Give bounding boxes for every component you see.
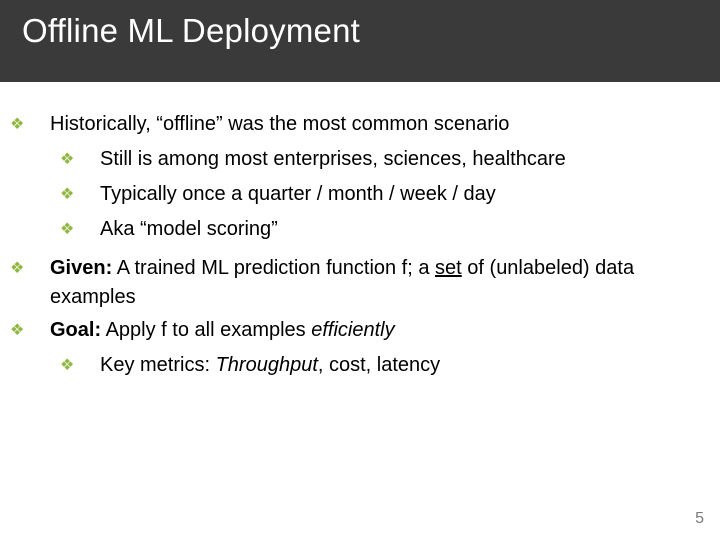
sub-bullet-item: ❖Aka “model scoring” <box>80 215 690 244</box>
sub-bullet-item: ❖Typically once a quarter / month / week… <box>80 180 690 209</box>
sub-bullet-list: ❖Key metrics: Throughput, cost, latency <box>50 351 690 380</box>
bullet-list: ❖Historically, “offline” was the most co… <box>30 110 690 380</box>
sub-bullet-text: , cost, latency <box>318 354 440 376</box>
bullet-item: ❖Goal: Apply f to all examples efficient… <box>30 316 690 380</box>
bullet-text: Apply f to all examples <box>101 319 311 341</box>
sub-bullet-text: Still is among most enterprises, science… <box>100 148 566 170</box>
sub-bullet-text: Key metrics: <box>100 354 216 376</box>
bullet-item: ❖Historically, “offline” was the most co… <box>30 110 690 244</box>
bullet-label: Goal: <box>50 319 101 341</box>
slide-content: ❖Historically, “offline” was the most co… <box>0 82 720 380</box>
bullet-text: Historically, “offline” was the most com… <box>50 113 509 135</box>
sub-bullet-item: ❖Key metrics: Throughput, cost, latency <box>80 351 690 380</box>
bullet-item: ❖Given: A trained ML prediction function… <box>30 254 690 312</box>
diamond-icon: ❖ <box>30 113 50 136</box>
bullet-label: Given: <box>50 257 112 279</box>
diamond-icon: ❖ <box>80 354 100 377</box>
bullet-underline: set <box>435 257 462 279</box>
sub-bullet-item: ❖Still is among most enterprises, scienc… <box>80 145 690 174</box>
title-bar: Offline ML Deployment <box>0 0 720 82</box>
sub-bullet-text: Typically once a quarter / month / week … <box>100 183 496 205</box>
slide: Offline ML Deployment ❖Historically, “of… <box>0 0 720 540</box>
page-number: 5 <box>695 510 704 528</box>
diamond-icon: ❖ <box>80 218 100 241</box>
slide-title: Offline ML Deployment <box>22 12 698 50</box>
bullet-text: A trained ML prediction function f; a <box>112 257 435 279</box>
bullet-italic: efficiently <box>311 319 394 341</box>
diamond-icon: ❖ <box>30 319 50 342</box>
sub-bullet-italic: Throughput <box>216 354 318 376</box>
diamond-icon: ❖ <box>30 257 50 280</box>
diamond-icon: ❖ <box>80 148 100 171</box>
sub-bullet-list: ❖Still is among most enterprises, scienc… <box>50 145 690 244</box>
sub-bullet-text: Aka “model scoring” <box>100 218 278 240</box>
diamond-icon: ❖ <box>80 183 100 206</box>
